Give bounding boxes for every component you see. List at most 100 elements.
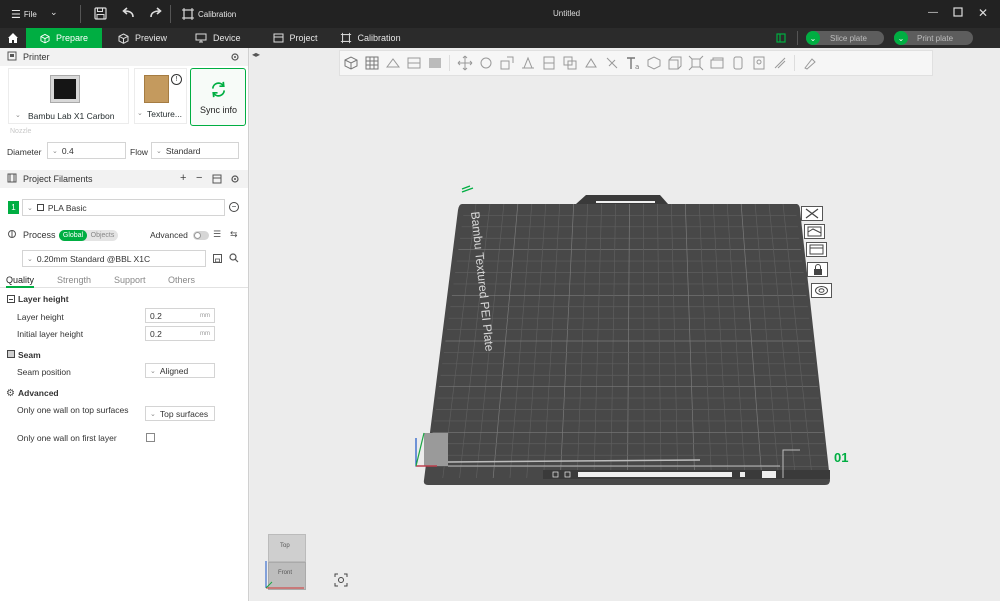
tab-device[interactable]: Device xyxy=(181,28,255,48)
plus-icon[interactable]: + xyxy=(180,172,186,184)
section-title: Printer xyxy=(23,52,50,62)
chevron-down-icon[interactable]: ⌄ xyxy=(50,7,58,18)
printer-card[interactable]: ⌄ Bambu Lab X1 Carbon xyxy=(8,68,129,124)
arrange-plate-button[interactable] xyxy=(804,224,825,239)
fit-icon[interactable] xyxy=(685,52,706,74)
seam-position-select[interactable]: ⌄ Aligned xyxy=(145,363,215,378)
plate-type-card[interactable]: ! ⌄ Texture... xyxy=(134,68,187,124)
filament-name: PLA Basic xyxy=(47,202,87,213)
home-button[interactable] xyxy=(0,28,26,48)
scope-toggle[interactable]: Global Objects xyxy=(59,230,118,241)
initial-layer-height-input[interactable]: 0.2 mm xyxy=(145,326,215,341)
arrange-icon xyxy=(807,226,822,237)
tab-project[interactable]: Project xyxy=(255,28,332,48)
orient-plate-button[interactable] xyxy=(806,242,827,257)
tab-quality[interactable]: Quality xyxy=(6,275,35,288)
variable-layer-icon[interactable] xyxy=(727,52,748,74)
process-icon xyxy=(7,229,17,241)
seam-position-value: Aligned xyxy=(159,365,189,376)
minimize-icon[interactable]: — xyxy=(928,7,938,18)
chevron-down-icon: ⌄ xyxy=(150,410,156,418)
toolbar-divider xyxy=(449,55,450,71)
zoom-fit-icon[interactable] xyxy=(334,573,348,589)
list-icon[interactable]: ☰ xyxy=(213,229,221,240)
calibration-label: Calibration xyxy=(198,9,237,19)
info-icon[interactable]: ! xyxy=(171,74,182,85)
chevron-down-icon: ⌄ xyxy=(156,147,162,155)
add-plate-icon[interactable] xyxy=(361,52,382,74)
ams-icon[interactable] xyxy=(212,174,222,186)
gear-icon[interactable] xyxy=(230,174,240,186)
plate-number: 01 xyxy=(834,450,848,465)
minus-icon[interactable]: − xyxy=(196,172,202,184)
rotate-icon[interactable] xyxy=(475,52,496,74)
maximize-icon[interactable] xyxy=(953,7,963,19)
view-cube-axes xyxy=(265,561,304,589)
flow-select[interactable]: ⌄ Standard xyxy=(151,142,239,159)
assembly-icon[interactable] xyxy=(664,52,685,74)
file-menu[interactable]: ☰ File xyxy=(11,8,37,21)
arrange-icon[interactable] xyxy=(403,52,424,74)
remove-filament-icon[interactable]: − xyxy=(229,202,239,212)
collapse-sidebar-icon[interactable]: ◂▸ xyxy=(252,50,260,59)
filament-slot-badge[interactable]: 1 xyxy=(8,201,19,214)
sync-info-button[interactable]: Sync info xyxy=(190,68,246,126)
diameter-select[interactable]: ⌄ 0.4 xyxy=(47,142,126,159)
advanced-toggle[interactable] xyxy=(193,231,209,240)
color-paint-icon[interactable] xyxy=(601,52,622,74)
tab-prepare[interactable]: Prepare xyxy=(26,28,102,48)
layer-height-label: Layer height xyxy=(17,312,64,322)
plate-settings-button[interactable] xyxy=(811,283,832,298)
cut-icon[interactable] xyxy=(538,52,559,74)
mesh-boolean-icon[interactable] xyxy=(559,52,580,74)
layer-height-input[interactable]: 0.2 mm xyxy=(145,308,215,323)
plate-sidebar-icon[interactable] xyxy=(776,33,786,45)
tab-preview[interactable]: Preview xyxy=(102,28,181,48)
compare-icon[interactable]: ⇆ xyxy=(230,229,238,240)
chevron-down-icon: ⌄ xyxy=(27,204,33,212)
scale-icon[interactable] xyxy=(496,52,517,74)
save-preset-icon[interactable] xyxy=(213,254,222,265)
top-one-wall-select[interactable]: ⌄ Top surfaces xyxy=(145,406,215,421)
lay-on-face-icon[interactable] xyxy=(517,52,538,74)
edit-plate-name-icon[interactable] xyxy=(461,185,474,193)
tab-others[interactable]: Others xyxy=(168,275,195,285)
split-icon[interactable] xyxy=(424,52,445,74)
auto-orient-icon[interactable] xyxy=(382,52,403,74)
search-icon[interactable] xyxy=(229,253,239,265)
layer-height-value: 0.2 xyxy=(150,310,162,321)
redo-icon[interactable] xyxy=(149,6,163,22)
brim-ears-icon[interactable] xyxy=(769,52,790,74)
undo-icon[interactable] xyxy=(121,6,135,22)
diameter-label: Diameter xyxy=(7,147,42,157)
gear-icon[interactable] xyxy=(230,52,240,64)
tab-calibration[interactable]: Calibration xyxy=(332,28,415,48)
paint-brush-icon[interactable] xyxy=(799,52,820,74)
lock-plate-button[interactable] xyxy=(807,262,828,277)
tab-strength[interactable]: Strength xyxy=(57,275,91,285)
save-icon[interactable] xyxy=(94,7,107,22)
calibration-button[interactable]: Calibration xyxy=(181,7,236,21)
scope-global[interactable]: Global xyxy=(59,230,87,241)
left-sidebar: Printer ⌄ Bambu Lab X1 Carbon ! ⌄ Textur… xyxy=(0,48,249,601)
process-preset-select[interactable]: ⌄ 0.20mm Standard @BBL X1C xyxy=(22,250,206,267)
first-layer-one-wall-checkbox[interactable] xyxy=(146,433,155,442)
first-layer-one-wall-label: Only one wall on first layer xyxy=(17,433,117,443)
move-icon[interactable] xyxy=(454,52,475,74)
measure-icon[interactable] xyxy=(643,52,664,74)
build-plate[interactable]: Bambu Textured PEI Plate 01 xyxy=(410,180,860,490)
delete-plate-button[interactable] xyxy=(801,206,823,221)
chevron-down-icon: ⌄ xyxy=(894,31,908,45)
print-plate-button[interactable]: ⌄ Print plate xyxy=(894,31,973,45)
add-object-icon[interactable] xyxy=(340,52,361,74)
scope-objects[interactable]: Objects xyxy=(87,230,118,241)
seam-paint-icon[interactable] xyxy=(748,52,769,74)
svg-text:a: a xyxy=(635,63,639,71)
filament-select[interactable]: ⌄ PLA Basic xyxy=(22,199,225,216)
layer-split-icon[interactable] xyxy=(706,52,727,74)
text-icon[interactable]: a xyxy=(622,52,643,74)
tab-support[interactable]: Support xyxy=(114,275,146,285)
close-icon[interactable]: ✕ xyxy=(978,6,988,20)
support-paint-icon[interactable] xyxy=(580,52,601,74)
slice-plate-button[interactable]: ⌄ Slice plate xyxy=(806,31,884,45)
